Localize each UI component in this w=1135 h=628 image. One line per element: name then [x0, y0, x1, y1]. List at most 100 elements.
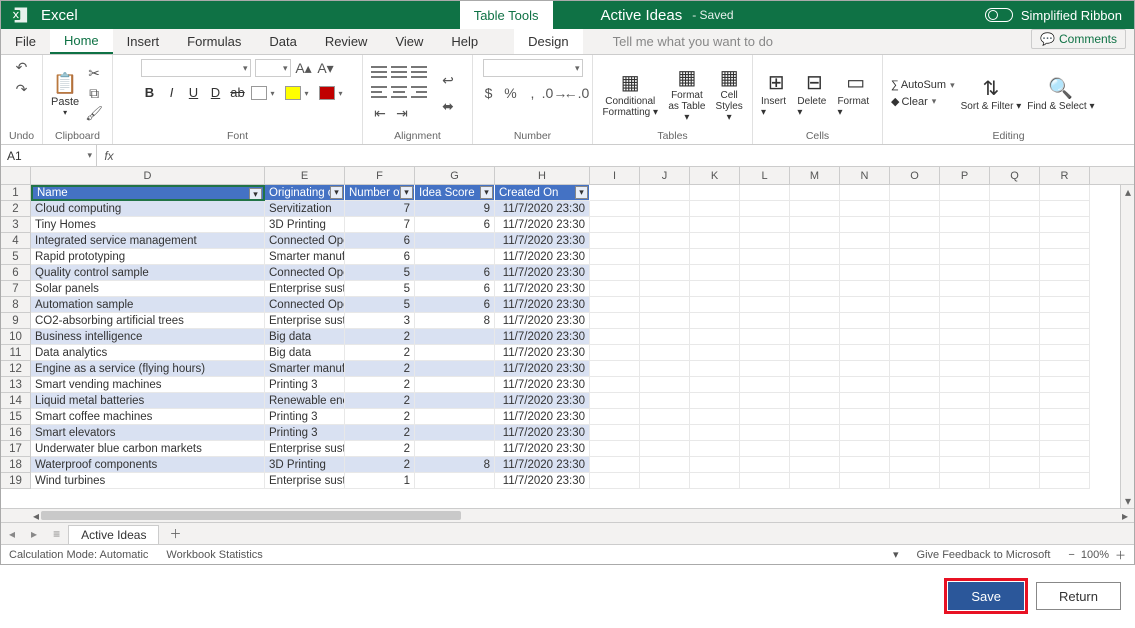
cell[interactable]	[590, 265, 640, 281]
cell[interactable]	[590, 345, 640, 361]
cell[interactable]	[990, 217, 1040, 233]
cell[interactable]	[840, 313, 890, 329]
format-cells-button[interactable]: ▭Format ▾	[837, 70, 874, 118]
cell[interactable]	[690, 473, 740, 489]
cell[interactable]	[740, 313, 790, 329]
cell[interactable]	[940, 393, 990, 409]
cell[interactable]	[690, 313, 740, 329]
cell[interactable]: 11/7/2020 23:30	[495, 393, 590, 409]
filter-dropdown-icon[interactable]: ▾	[575, 186, 588, 199]
cell[interactable]	[740, 265, 790, 281]
cell[interactable]	[790, 185, 840, 201]
decrease-decimal-icon[interactable]: ←.0	[568, 85, 586, 101]
cell[interactable]: Servitization	[265, 201, 345, 217]
cell[interactable]: Tiny Homes	[31, 217, 265, 233]
filter-dropdown-icon[interactable]: ▾	[330, 186, 343, 199]
column-header-Q[interactable]: Q	[990, 167, 1040, 184]
cell[interactable]	[990, 409, 1040, 425]
decrease-indent-icon[interactable]: ⇤	[371, 106, 389, 122]
cell[interactable]: Connected Oper	[265, 297, 345, 313]
sheet-tab-active[interactable]: Active Ideas	[68, 525, 159, 544]
cell[interactable]: Connected Oper	[265, 265, 345, 281]
cell[interactable]: 2	[345, 457, 415, 473]
cell[interactable]: Automation sample	[31, 297, 265, 313]
cell[interactable]	[890, 185, 940, 201]
paste-button[interactable]: 📋 Paste▾	[51, 70, 79, 117]
name-box[interactable]: A1	[1, 145, 97, 166]
cell[interactable]	[690, 441, 740, 457]
cell[interactable]	[940, 457, 990, 473]
wrap-text-icon[interactable]: ↩	[439, 73, 457, 89]
cell[interactable]	[640, 409, 690, 425]
column-header-O[interactable]: O	[890, 167, 940, 184]
cell[interactable]	[990, 441, 1040, 457]
cell[interactable]: Smarter manufa	[265, 361, 345, 377]
cell[interactable]	[840, 281, 890, 297]
cell[interactable]	[990, 313, 1040, 329]
clear-button[interactable]: ◆ Clear	[891, 95, 955, 108]
increase-indent-icon[interactable]: ⇥	[393, 106, 411, 122]
cell[interactable]	[890, 345, 940, 361]
conditional-formatting-button[interactable]: ▦Conditional Formatting ▾	[601, 70, 660, 118]
horizontal-scrollbar[interactable]: ◂ ▸	[1, 508, 1134, 522]
double-underline-button[interactable]: D	[207, 85, 225, 100]
number-format-select[interactable]	[483, 59, 583, 77]
table-header-cell[interactable]: Created On▾	[495, 185, 590, 201]
scroll-right-icon[interactable]: ▸	[1118, 509, 1132, 522]
cell[interactable]: Enterprise susta	[265, 313, 345, 329]
cell[interactable]	[890, 233, 940, 249]
cell[interactable]	[590, 409, 640, 425]
cell[interactable]	[1040, 329, 1090, 345]
cell[interactable]	[690, 425, 740, 441]
cell[interactable]	[1040, 393, 1090, 409]
cell[interactable]	[1040, 265, 1090, 281]
column-header-H[interactable]: H	[495, 167, 590, 184]
cell[interactable]	[590, 281, 640, 297]
cell[interactable]	[640, 297, 690, 313]
cell[interactable]	[840, 329, 890, 345]
cell[interactable]	[1040, 425, 1090, 441]
cell[interactable]	[590, 201, 640, 217]
cell[interactable]	[940, 185, 990, 201]
cell[interactable]	[1040, 217, 1090, 233]
sheet-nav-prev[interactable]: ◂	[1, 527, 23, 541]
cell[interactable]	[940, 329, 990, 345]
insert-cells-button[interactable]: ⊞Insert ▾	[761, 70, 791, 118]
cell[interactable]	[840, 361, 890, 377]
cell[interactable]: Printing 3	[265, 425, 345, 441]
filter-dropdown-icon[interactable]: ▾	[480, 186, 493, 199]
cell[interactable]: Smarter manufa	[265, 249, 345, 265]
cell[interactable]: Big data	[265, 345, 345, 361]
cell[interactable]	[890, 441, 940, 457]
cell[interactable]: Connected Oper	[265, 233, 345, 249]
cell[interactable]	[790, 233, 840, 249]
cell[interactable]	[940, 265, 990, 281]
cell[interactable]: 6	[415, 217, 495, 233]
cell[interactable]	[840, 457, 890, 473]
column-header-K[interactable]: K	[690, 167, 740, 184]
cell[interactable]	[640, 249, 690, 265]
cell[interactable]	[415, 473, 495, 489]
cell[interactable]: Waterproof components	[31, 457, 265, 473]
cell[interactable]	[590, 297, 640, 313]
cell[interactable]	[990, 185, 1040, 201]
cell-styles-button[interactable]: ▦Cell Styles ▾	[714, 64, 744, 123]
cell[interactable]	[990, 281, 1040, 297]
tab-formulas[interactable]: Formulas	[173, 29, 255, 54]
filter-dropdown-icon[interactable]: ▾	[249, 188, 262, 201]
cell[interactable]	[940, 313, 990, 329]
cell[interactable]: 5	[345, 297, 415, 313]
view-options-icon[interactable]: ▾	[893, 548, 899, 561]
cell[interactable]: 6	[345, 233, 415, 249]
column-header-G[interactable]: G	[415, 167, 495, 184]
cell[interactable]: 7	[345, 201, 415, 217]
cell[interactable]: 11/7/2020 23:30	[495, 457, 590, 473]
row-header[interactable]: 5	[1, 249, 31, 265]
cell[interactable]	[990, 233, 1040, 249]
cell[interactable]	[890, 409, 940, 425]
column-header-M[interactable]: M	[790, 167, 840, 184]
cell[interactable]	[690, 281, 740, 297]
cell[interactable]	[690, 233, 740, 249]
cell[interactable]	[740, 393, 790, 409]
cell[interactable]: Cloud computing	[31, 201, 265, 217]
